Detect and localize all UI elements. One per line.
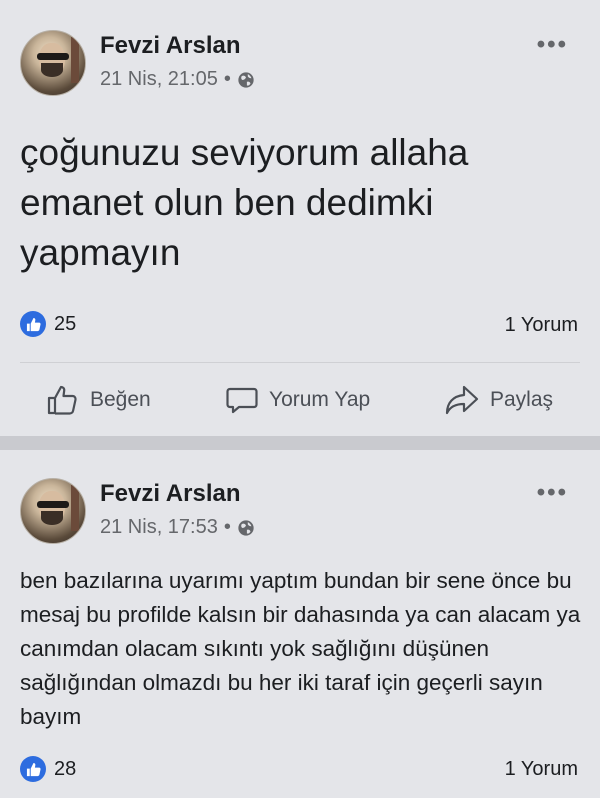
post-text: çoğunuzu seviyorum allaha emanet olun be… [20, 132, 469, 273]
comments-count[interactable]: 1 Yorum [505, 758, 578, 781]
share-button-label: Paylaş [490, 388, 554, 411]
likes-count: 25 [54, 312, 77, 335]
reactions-summary[interactable]: 28 [20, 756, 76, 782]
comment-button-label: Yorum Yap [269, 388, 371, 411]
post-card: Fevzi Arslan 21 Nis, 21:05 • ••• çoğunuz… [0, 0, 600, 436]
share-arrow-icon [445, 385, 479, 415]
comment-button[interactable]: Yorum Yap [225, 378, 370, 422]
post-meta: 21 Nis, 17:53 • [100, 516, 255, 539]
globe-icon [238, 71, 254, 88]
like-reaction-icon [20, 756, 46, 782]
speech-bubble-icon [226, 387, 258, 414]
post-timestamp[interactable]: 21 Nis, 21:05 [100, 68, 218, 91]
avatar[interactable] [20, 478, 86, 544]
thumbs-up-icon [47, 385, 77, 415]
avatar[interactable] [20, 30, 86, 96]
comments-count[interactable]: 1 Yorum [505, 314, 578, 337]
post-text: ben bazılarına uyarımı yaptım bundan bir… [20, 568, 581, 729]
more-options-icon[interactable]: ••• [537, 33, 568, 57]
meta-separator: • [223, 516, 231, 538]
like-button[interactable]: Beğen [46, 378, 151, 422]
divider [20, 362, 580, 363]
globe-icon [238, 519, 254, 536]
post-actions: Beğen Yorum Yap Paylaş [0, 378, 600, 422]
more-options-icon[interactable]: ••• [537, 481, 568, 505]
reactions-summary[interactable]: 25 [20, 311, 76, 337]
author-name[interactable]: Fevzi Arslan [100, 32, 241, 60]
post-timestamp[interactable]: 21 Nis, 17:53 [100, 516, 218, 539]
post-meta: 21 Nis, 21:05 • [100, 68, 255, 91]
author-name[interactable]: Fevzi Arslan [100, 480, 241, 508]
share-button[interactable]: Paylaş [444, 378, 553, 422]
likes-count: 28 [54, 757, 77, 780]
like-reaction-icon [20, 311, 46, 337]
like-button-label: Beğen [90, 388, 151, 411]
meta-separator: • [223, 68, 231, 90]
